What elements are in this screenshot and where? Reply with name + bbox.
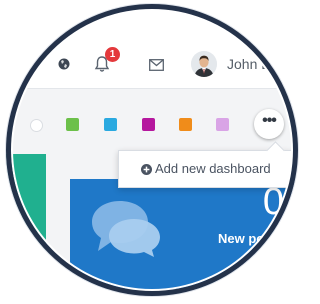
user-avatar[interactable] <box>191 51 217 77</box>
color-swatch-orange[interactable] <box>179 118 192 131</box>
more-options-button[interactable]: ••• <box>254 109 284 139</box>
color-swatch-lilac[interactable] <box>216 118 229 131</box>
globe-icon[interactable] <box>58 58 70 70</box>
dashboard-viewport: 1 John D ••• 0 New posts Add new dashboa… <box>6 4 298 296</box>
page-background <box>6 289 298 296</box>
menu-item-add-dashboard[interactable]: Add new dashboard <box>119 151 291 187</box>
color-swatch-cyan[interactable] <box>104 118 117 131</box>
color-option-white[interactable] <box>30 119 43 132</box>
more-options-menu: Add new dashboard <box>118 141 292 188</box>
dashboard-tile-left[interactable] <box>6 154 46 296</box>
menu-item-label: Add new dashboard <box>155 161 271 176</box>
new-posts-tile[interactable]: 0 New posts <box>70 179 298 289</box>
user-name[interactable]: John D <box>227 56 271 72</box>
plus-circle-icon <box>141 164 152 175</box>
top-navbar: 1 John D <box>6 4 298 89</box>
color-swatch-green[interactable] <box>66 118 79 131</box>
zoom-lens-view: 1 John D ••• 0 New posts Add new dashboa… <box>0 0 304 304</box>
notification-badge: 1 <box>105 47 120 62</box>
posts-label: New posts <box>218 231 284 246</box>
user-photo <box>191 51 217 77</box>
color-swatch-magenta[interactable] <box>142 118 155 131</box>
ellipsis-icon: ••• <box>262 112 277 129</box>
envelope-icon[interactable] <box>149 59 164 71</box>
comments-icon <box>92 201 160 257</box>
